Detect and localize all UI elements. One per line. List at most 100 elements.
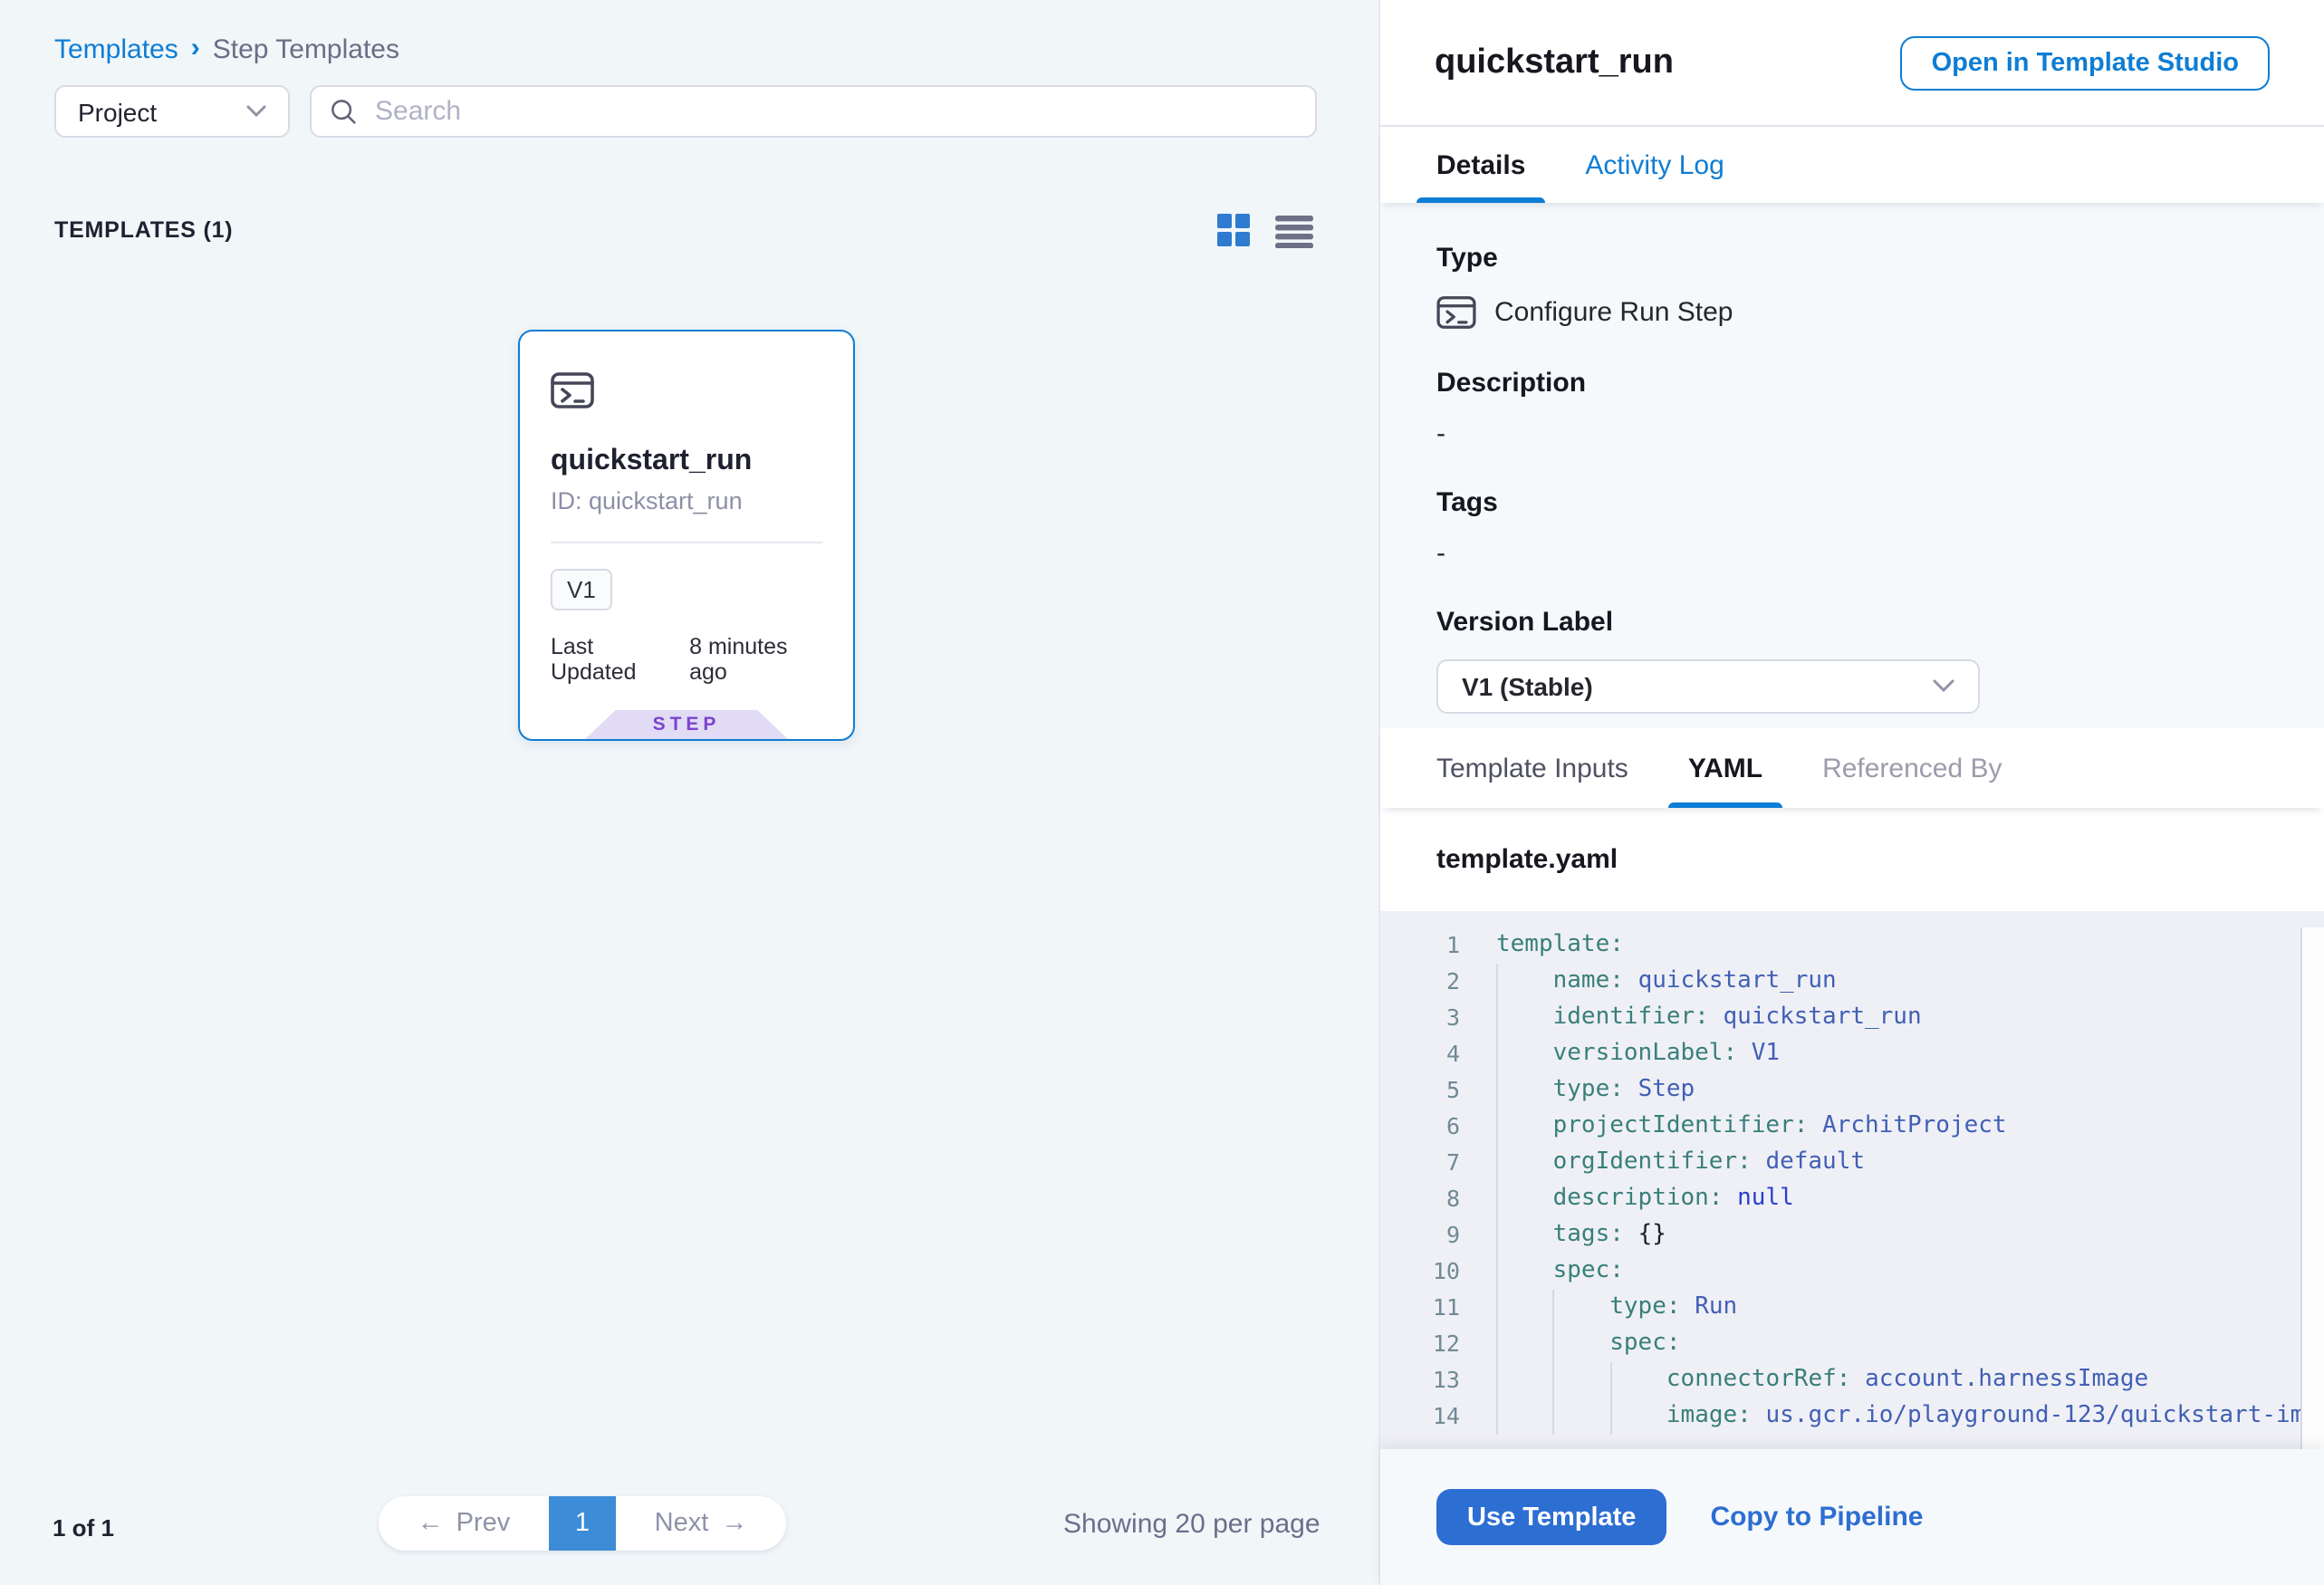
list-header-row: TEMPLATES (1) [54,212,1313,248]
run-step-icon [551,371,594,409]
grid-view-icon[interactable] [1215,212,1252,248]
line-number: 10 [1380,1254,1460,1290]
details-title: quickstart_run [1435,43,1674,82]
editor-scrollbar[interactable] [2300,927,2324,1449]
tab-referenced-by[interactable]: Referenced By [1822,728,2002,808]
line-number: 11 [1380,1290,1460,1326]
details-tab-bar: Details Activity Log [1380,127,2324,203]
description-value: - [1436,418,2268,449]
step-type-ribbon: STEP [585,710,788,739]
yaml-line: 12spec: [1380,1326,2324,1362]
tab-yaml[interactable]: YAML [1688,728,1762,808]
copy-to-pipeline-link[interactable]: Copy to Pipeline [1710,1502,1923,1532]
last-updated-label: Last Updated [551,634,677,685]
line-number: 3 [1380,1000,1460,1036]
breadcrumb-current: Step Templates [213,34,399,65]
search-icon [330,98,357,125]
template-list-panel: Templates › Step Templates Project TEMPL… [0,0,1378,1585]
tab-activity-log[interactable]: Activity Log [1585,127,1724,203]
card-id: ID: quickstart_run [551,487,822,514]
open-template-studio-button[interactable]: Open in Template Studio [1901,35,2270,90]
page-1-button[interactable]: 1 [549,1496,616,1551]
yaml-line: 1template: [1380,927,2324,964]
next-label: Next [655,1509,709,1538]
tab-details[interactable]: Details [1436,127,1525,203]
prev-page-button[interactable]: ← Prev [379,1496,549,1551]
yaml-line: 7orgIdentifier: default [1380,1145,2324,1181]
version-select[interactable]: V1 (Stable) [1436,659,1980,714]
line-number: 9 [1380,1217,1460,1254]
search-box [310,85,1317,138]
tab-details-label: Details [1436,149,1525,180]
line-number: 12 [1380,1326,1460,1362]
yaml-heading-row: template.yaml [1380,808,2324,911]
prev-label: Prev [456,1509,511,1538]
chevron-down-icon [246,105,266,118]
line-number: 13 [1380,1362,1460,1398]
details-footer: Use Template Copy to Pipeline [1380,1449,2324,1585]
line-number: 5 [1380,1072,1460,1109]
page-summary: 1 of 1 [53,1514,114,1542]
yaml-line: 5type: Step [1380,1072,2324,1109]
templates-count-label: TEMPLATES (1) [54,217,233,243]
scope-select-value: Project [78,97,157,126]
line-number: 1 [1380,927,1460,964]
yaml-line: 13connectorRef: account.harnessImage [1380,1362,2324,1398]
line-number: 8 [1380,1181,1460,1217]
line-number: 2 [1380,964,1460,1000]
type-value-row: Configure Run Step [1436,295,2268,330]
type-label: Type [1436,243,2268,274]
line-number: 4 [1380,1036,1460,1072]
version-badge: V1 [551,569,612,610]
breadcrumb: Templates › Step Templates [54,34,399,65]
yaml-line: 9tags: {} [1380,1217,2324,1254]
filter-row: Project [54,85,1317,138]
tab-template-inputs[interactable]: Template Inputs [1436,728,1628,808]
yaml-line: 8description: null [1380,1181,2324,1217]
details-header: quickstart_run Open in Template Studio [1380,0,2324,127]
arrow-right-icon: → [721,1509,747,1538]
last-updated-value: 8 minutes ago [689,634,822,685]
template-card[interactable]: quickstart_run ID: quickstart_run V1 Las… [518,330,855,741]
card-divider [551,542,822,543]
templates-page: Templates › Step Templates Project TEMPL… [0,0,2324,1585]
tags-value: - [1436,538,2268,569]
version-label: Version Label [1436,607,2268,638]
chevron-down-icon [1933,679,1954,694]
pager: ← Prev 1 Next → [379,1496,786,1551]
yaml-line: 14image: us.gcr.io/playground-123/quicks… [1380,1398,2324,1435]
view-toggles [1215,212,1313,248]
card-title: quickstart_run [551,446,822,478]
yaml-file-name: template.yaml [1436,844,1618,875]
scope-select[interactable]: Project [54,85,290,138]
line-number: 14 [1380,1398,1460,1435]
version-select-value: V1 (Stable) [1462,672,1593,701]
search-input[interactable] [371,94,1297,129]
tab-yaml-label: YAML [1688,753,1762,783]
next-page-button[interactable]: Next → [616,1496,786,1551]
per-page-label: Showing 20 per page [1063,1509,1320,1540]
last-updated-row: Last Updated 8 minutes ago [551,634,822,685]
yaml-line: 2name: quickstart_run [1380,964,2324,1000]
yaml-editor[interactable]: 1template:2name: quickstart_run3identifi… [1380,911,2324,1449]
template-details-panel: quickstart_run Open in Template Studio D… [1378,0,2324,1585]
line-number: 6 [1380,1109,1460,1145]
breadcrumb-templates-link[interactable]: Templates [54,34,178,65]
yaml-line: 6projectIdentifier: ArchitProject [1380,1109,2324,1145]
yaml-tab-bar: Template Inputs YAML Referenced By [1380,728,2324,808]
line-number: 7 [1380,1145,1460,1181]
pagination-row: 1 of 1 ← Prev 1 Next → Showing 20 per pa… [0,1469,1378,1585]
breadcrumb-separator-icon: › [191,33,200,63]
run-step-icon [1436,295,1476,330]
type-value: Configure Run Step [1494,297,1733,328]
use-template-button[interactable]: Use Template [1436,1489,1666,1545]
yaml-line: 4versionLabel: V1 [1380,1036,2324,1072]
tags-label: Tags [1436,487,2268,518]
yaml-line: 11type: Run [1380,1290,2324,1326]
active-tab-underline [1668,802,1782,808]
yaml-line: 10spec: [1380,1254,2324,1290]
description-label: Description [1436,368,2268,399]
yaml-line: 3identifier: quickstart_run [1380,1000,2324,1036]
details-content: Type Configure Run Step Description - Ta… [1380,203,2324,728]
list-view-icon[interactable] [1275,213,1313,247]
